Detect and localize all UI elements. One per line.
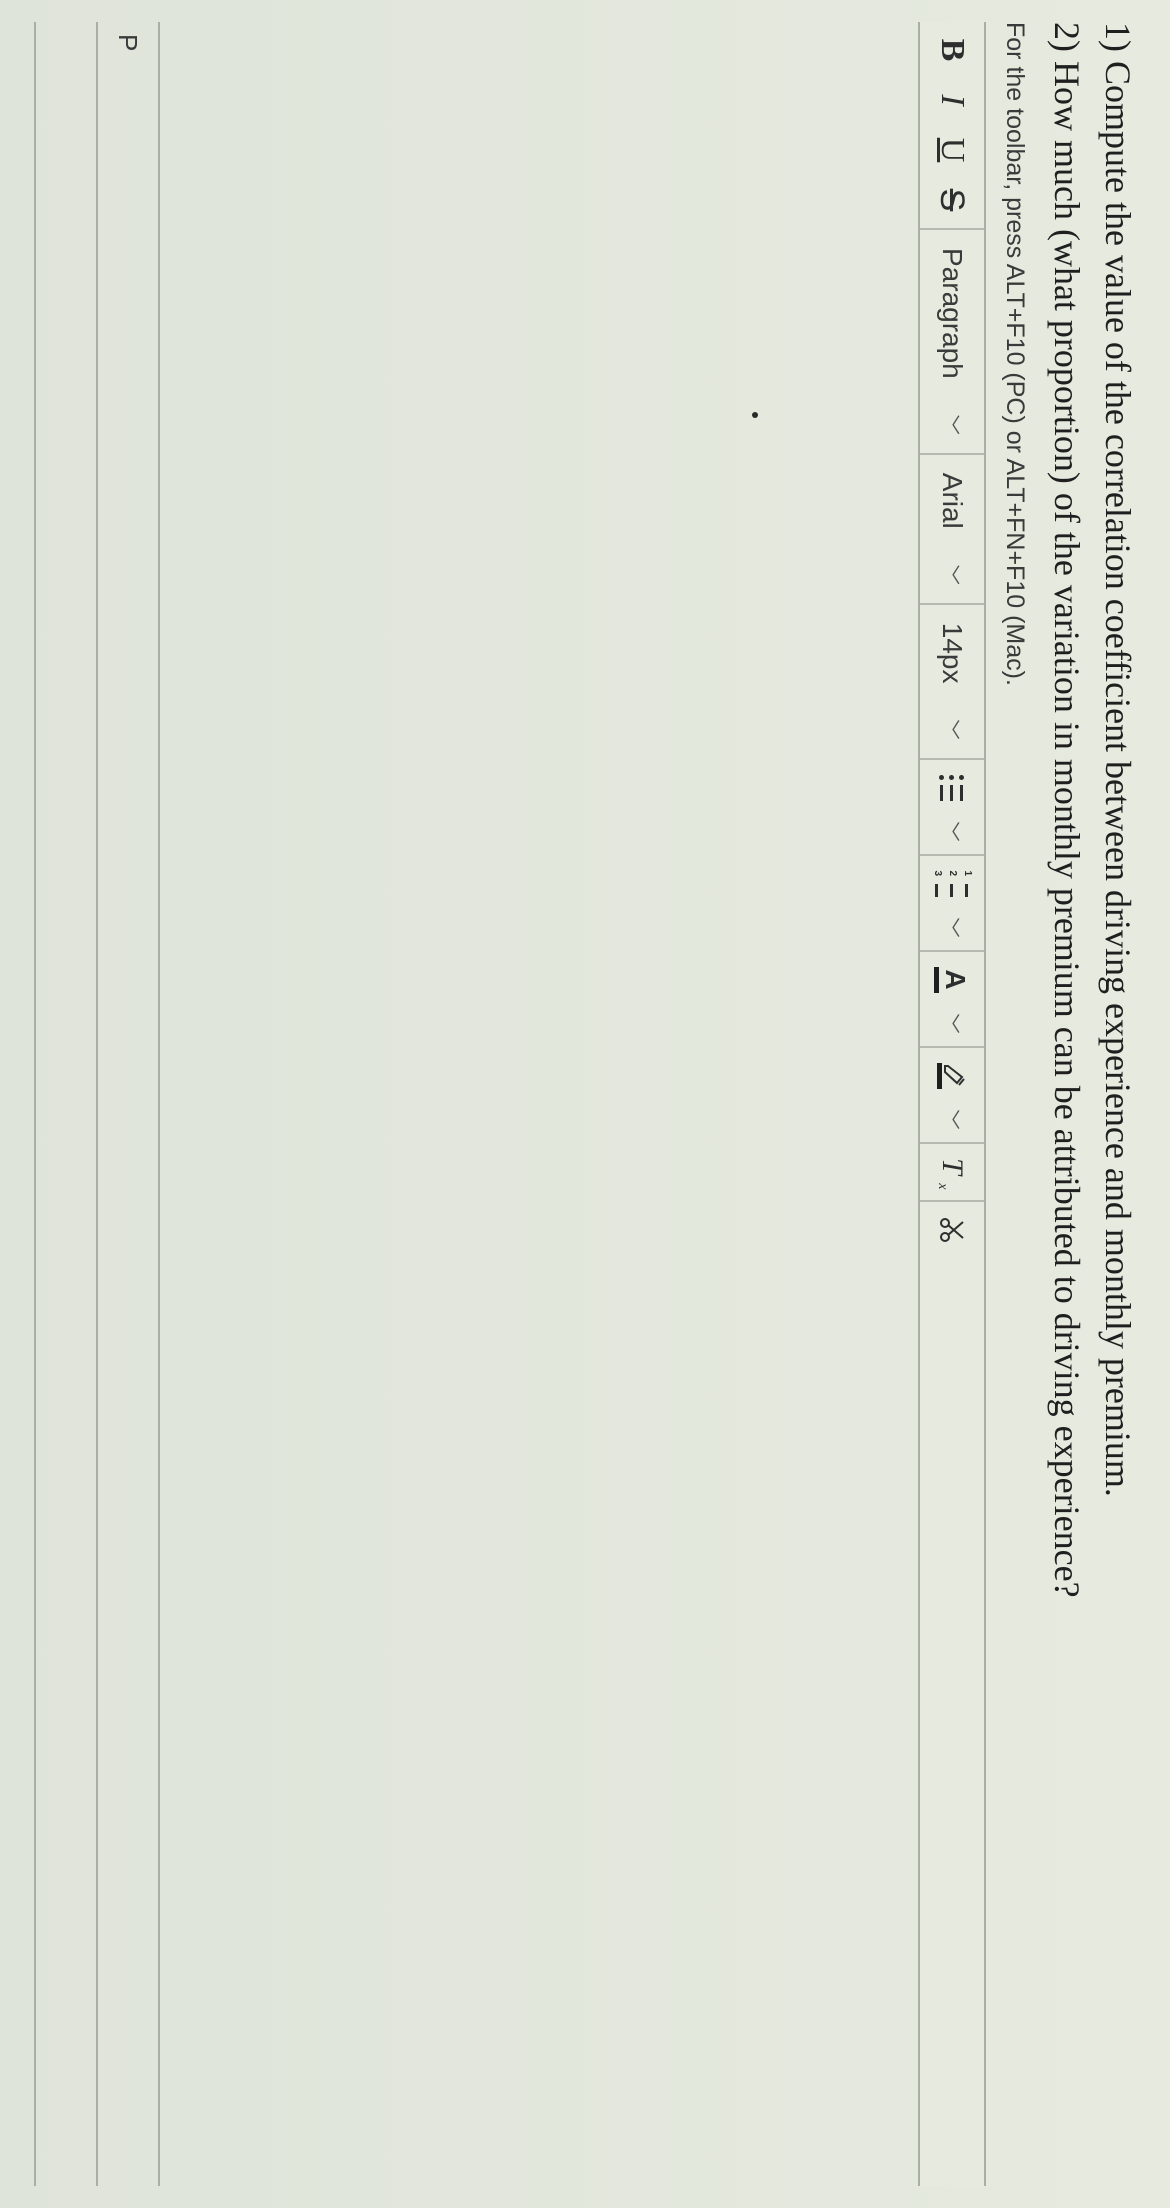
- highlight-color-button[interactable]: [930, 1060, 974, 1092]
- bulleted-list-button[interactable]: [930, 772, 974, 804]
- strikethrough-button[interactable]: S: [930, 184, 974, 216]
- text-color-icon: A: [934, 967, 969, 993]
- toolbar-group-font-family: Arial ﹀: [920, 455, 984, 605]
- font-size-value: 14px: [936, 623, 968, 684]
- chevron-down-icon[interactable]: ﹀: [937, 822, 966, 842]
- toolbar-group-bullet-list: ﹀: [920, 760, 984, 856]
- page-rotated-container: 1) Compute the value of the correlation …: [0, 0, 1170, 2208]
- font-size-select[interactable]: 14px ﹀: [936, 617, 968, 746]
- editor-status-bar: P: [96, 22, 158, 2186]
- block-format-select[interactable]: Paragraph ﹀: [936, 242, 968, 441]
- clear-format-sub: x: [934, 1183, 950, 1189]
- toolbar-group-text-color: A ﹀: [920, 952, 984, 1048]
- highlighter-icon: [937, 1063, 966, 1089]
- clear-format-glyph: T: [935, 1158, 969, 1175]
- content-area: 1) Compute the value of the correlation …: [34, 0, 1170, 2208]
- chevron-down-icon: ﹀: [937, 415, 966, 435]
- chevron-down-icon: ﹀: [937, 720, 966, 740]
- block-format-value: Paragraph: [936, 248, 968, 379]
- spacer-row: [34, 22, 96, 2186]
- font-family-value: Arial: [936, 473, 968, 529]
- underline-button[interactable]: U: [930, 134, 974, 166]
- toolbar-group-text-style: B I U S: [920, 22, 984, 230]
- scissors-icon: [938, 1216, 966, 1244]
- question-2: 2) How much (what proportion) of the var…: [1043, 22, 1092, 2186]
- toolbar-group-font-size: 14px ﹀: [920, 605, 984, 760]
- italic-button[interactable]: I: [930, 84, 974, 116]
- toolbar-help-text: For the toolbar, press ALT+F10 (PC) or A…: [1000, 22, 1029, 2186]
- question-1: 1) Compute the value of the correlation …: [1093, 22, 1142, 2186]
- bulleted-list-icon: [939, 775, 964, 801]
- toolbar-group-cut: [920, 1202, 984, 1258]
- text-color-button[interactable]: A: [930, 964, 974, 996]
- chevron-down-icon[interactable]: ﹀: [937, 1014, 966, 1034]
- chevron-down-icon[interactable]: ﹀: [937, 1110, 966, 1130]
- toolbar-group-block-format: Paragraph ﹀: [920, 230, 984, 455]
- font-family-select[interactable]: Arial ﹀: [936, 467, 968, 591]
- toolbar-group-clear-format: Tx: [920, 1144, 984, 1202]
- bold-button[interactable]: B: [930, 34, 974, 66]
- chevron-down-icon[interactable]: ﹀: [937, 918, 966, 938]
- editor-toolbar: B I U S Paragraph ﹀ Arial ﹀: [918, 22, 986, 2186]
- numbered-list-button[interactable]: 1 2 3: [930, 868, 974, 900]
- editor-caret-dot: [752, 412, 758, 418]
- element-path[interactable]: P: [112, 34, 143, 52]
- toolbar-group-numbered-list: 1 2 3 ﹀: [920, 856, 984, 952]
- numbered-list-icon: 1 2 3: [932, 871, 972, 897]
- chevron-down-icon: ﹀: [937, 565, 966, 585]
- toolbar-group-highlight: ﹀: [920, 1048, 984, 1144]
- clear-formatting-button[interactable]: Tx: [930, 1156, 974, 1188]
- cut-button[interactable]: [930, 1214, 974, 1246]
- rich-text-editor[interactable]: [158, 22, 918, 2186]
